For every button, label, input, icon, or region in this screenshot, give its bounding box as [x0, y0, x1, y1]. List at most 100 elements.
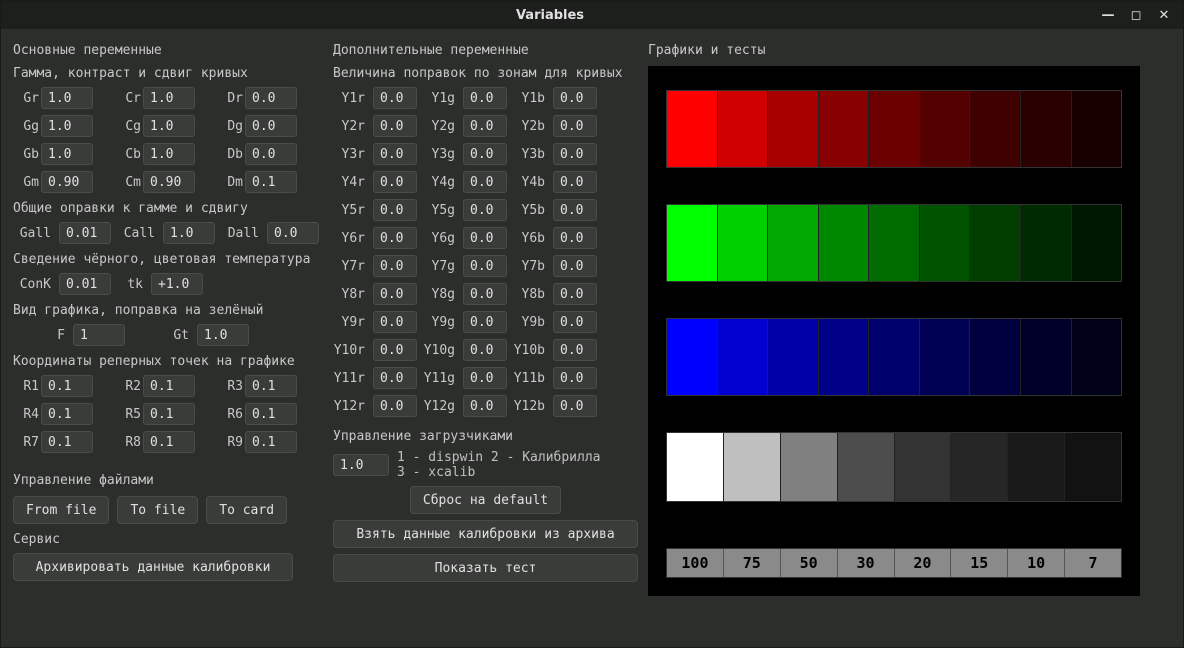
graphics-title: Графики и тесты	[648, 43, 1171, 58]
number-cell: 7	[1065, 549, 1121, 577]
dr-input[interactable]	[245, 87, 297, 109]
r7-input[interactable]	[41, 431, 93, 453]
y-r-input[interactable]	[373, 367, 417, 389]
y-g-input[interactable]	[463, 87, 507, 109]
gall-input[interactable]	[59, 222, 111, 244]
y-g-input[interactable]	[463, 227, 507, 249]
reset-default-button[interactable]: Сброс на default	[410, 486, 561, 514]
call-input[interactable]	[163, 222, 215, 244]
r6-input[interactable]	[245, 403, 297, 425]
column-main-vars: Основные переменные Гамма, контраст и сд…	[13, 39, 323, 637]
y-b-input[interactable]	[553, 143, 597, 165]
y-b-input[interactable]	[553, 311, 597, 333]
y-r-label: Y11r	[333, 371, 367, 386]
green-swatch	[1072, 205, 1122, 281]
y-row: Y8rY8gY8b	[333, 283, 638, 305]
red-swatch-row	[666, 90, 1122, 168]
from-file-button[interactable]: From file	[13, 496, 109, 524]
loader-input[interactable]	[333, 454, 389, 476]
y-b-label: Y2b	[513, 119, 547, 134]
y-g-label: Y2g	[423, 119, 457, 134]
cm-input[interactable]	[143, 171, 195, 193]
y-b-input[interactable]	[553, 115, 597, 137]
y-g-input[interactable]	[463, 199, 507, 221]
green-swatch	[667, 205, 718, 281]
maximize-icon[interactable]: ◻	[1125, 5, 1147, 25]
y-g-input[interactable]	[463, 255, 507, 277]
minimize-icon[interactable]: —	[1097, 5, 1119, 25]
gb-input[interactable]	[41, 143, 93, 165]
gt-input[interactable]	[197, 324, 249, 346]
y-g-input[interactable]	[463, 283, 507, 305]
gray-swatch	[1065, 433, 1121, 501]
dg-input[interactable]	[245, 115, 297, 137]
archive-button[interactable]: Архивировать данные калибровки	[13, 553, 293, 581]
y-g-input[interactable]	[463, 171, 507, 193]
y-row: Y9rY9gY9b	[333, 311, 638, 333]
y-b-input[interactable]	[553, 283, 597, 305]
y-b-input[interactable]	[553, 339, 597, 361]
r9-input[interactable]	[245, 431, 297, 453]
y-g-input[interactable]	[463, 143, 507, 165]
r3-label: R3	[217, 379, 245, 394]
gg-input[interactable]	[41, 115, 93, 137]
tk-input[interactable]	[151, 273, 203, 295]
to-file-button[interactable]: To file	[117, 496, 198, 524]
r1-input[interactable]	[41, 375, 93, 397]
r8-input[interactable]	[143, 431, 195, 453]
cb-input[interactable]	[143, 143, 195, 165]
y-r-input[interactable]	[373, 311, 417, 333]
y-b-input[interactable]	[553, 255, 597, 277]
y-r-input[interactable]	[373, 199, 417, 221]
y-g-input[interactable]	[463, 311, 507, 333]
gr-input[interactable]	[41, 87, 93, 109]
y-r-input[interactable]	[373, 87, 417, 109]
y-b-input[interactable]	[553, 367, 597, 389]
y-b-input[interactable]	[553, 199, 597, 221]
r9-label: R9	[217, 435, 245, 450]
y-b-input[interactable]	[553, 395, 597, 417]
loaders-title: Управление загрузчиками	[333, 429, 638, 444]
window-title: Variables	[9, 8, 1091, 23]
y-g-input[interactable]	[463, 115, 507, 137]
r2-input[interactable]	[143, 375, 195, 397]
y-b-input[interactable]	[553, 87, 597, 109]
conk-input[interactable]	[59, 273, 111, 295]
black-title: Сведение чёрного, цветовая температура	[13, 252, 323, 267]
y-g-input[interactable]	[463, 339, 507, 361]
y-r-input[interactable]	[373, 115, 417, 137]
dall-input[interactable]	[267, 222, 319, 244]
green-swatch	[768, 205, 819, 281]
r4-label: R4	[13, 407, 41, 422]
r5-input[interactable]	[143, 403, 195, 425]
y-b-input[interactable]	[553, 227, 597, 249]
gm-input[interactable]	[41, 171, 93, 193]
r2-label: R2	[115, 379, 143, 394]
y-row: Y4rY4gY4b	[333, 171, 638, 193]
y-g-input[interactable]	[463, 395, 507, 417]
f-input[interactable]	[73, 324, 125, 346]
y-r-input[interactable]	[373, 339, 417, 361]
r4-input[interactable]	[41, 403, 93, 425]
to-card-button[interactable]: To card	[206, 496, 287, 524]
y-g-input[interactable]	[463, 367, 507, 389]
y-r-input[interactable]	[373, 283, 417, 305]
y-r-input[interactable]	[373, 143, 417, 165]
y-r-label: Y4r	[333, 175, 367, 190]
y-r-input[interactable]	[373, 227, 417, 249]
r3-input[interactable]	[245, 375, 297, 397]
y-row: Y10rY10gY10b	[333, 339, 638, 361]
show-test-button[interactable]: Показать тест	[333, 554, 638, 582]
take-archive-button[interactable]: Взять данные калибровки из архива	[333, 520, 638, 548]
db-label: Db	[217, 147, 245, 162]
y-r-input[interactable]	[373, 171, 417, 193]
db-input[interactable]	[245, 143, 297, 165]
cr-input[interactable]	[143, 87, 195, 109]
cg-input[interactable]	[143, 115, 195, 137]
green-swatch	[970, 205, 1021, 281]
dm-input[interactable]	[245, 171, 297, 193]
close-icon[interactable]: ✕	[1153, 5, 1175, 25]
y-b-input[interactable]	[553, 171, 597, 193]
y-r-input[interactable]	[373, 255, 417, 277]
y-r-input[interactable]	[373, 395, 417, 417]
